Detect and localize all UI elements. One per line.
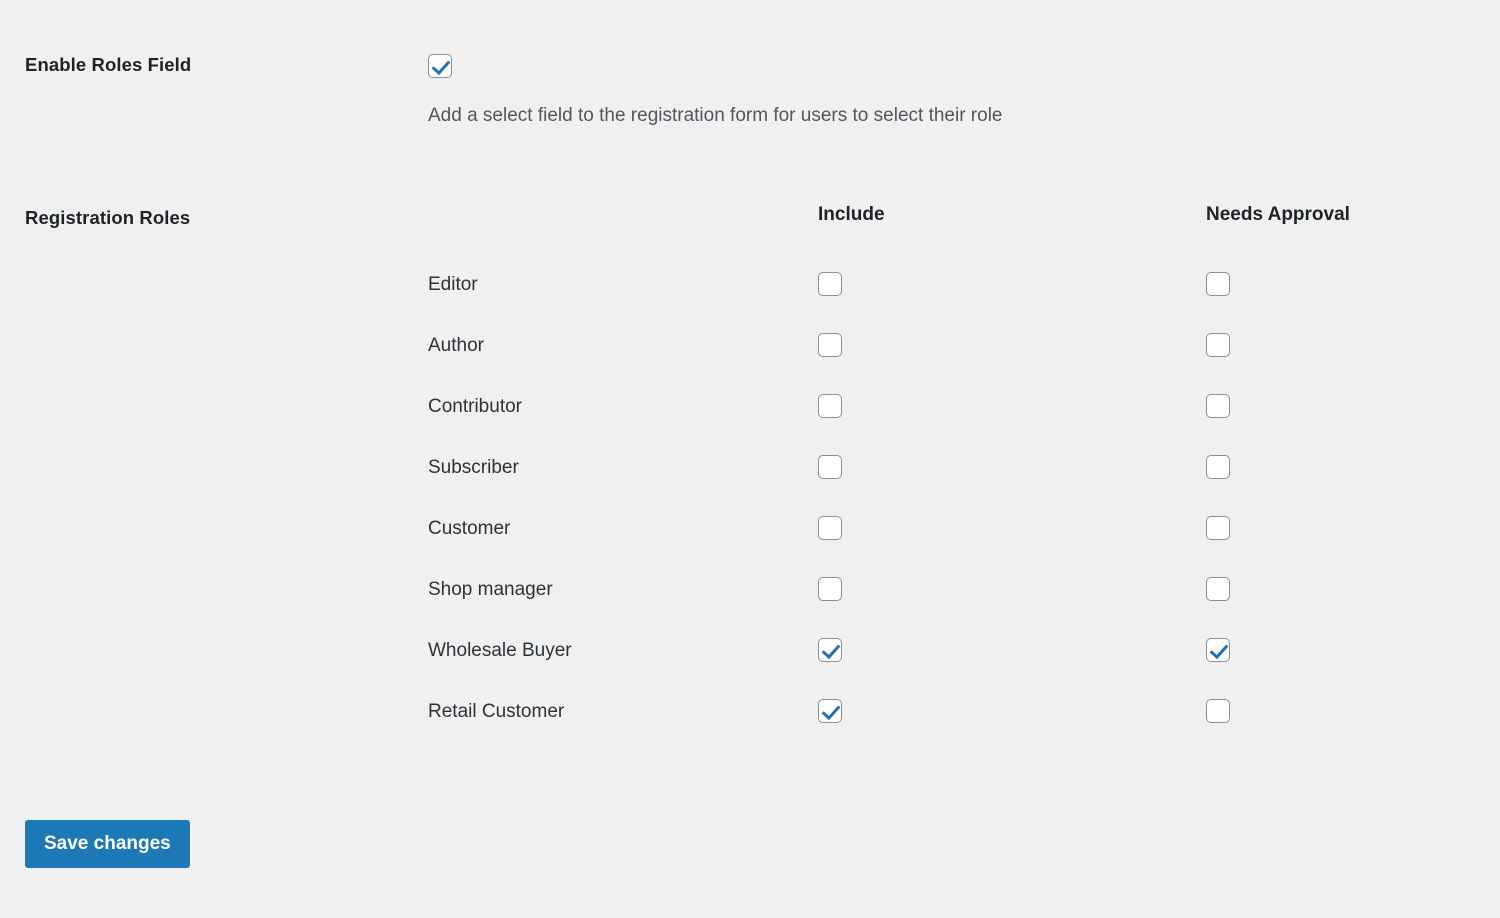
include-checkbox[interactable]: [818, 394, 842, 418]
role-name-label: Editor: [428, 274, 478, 295]
include-checkbox[interactable]: [818, 333, 842, 357]
column-header-needs-approval: Needs Approval: [1206, 204, 1350, 225]
registration-roles-rows: Editor Author Contributor Subscriber Custome…: [0, 272, 1500, 760]
include-cell[interactable]: [818, 577, 842, 601]
needs-approval-cell[interactable]: [1206, 699, 1230, 723]
enable-roles-field-checkbox[interactable]: [428, 54, 452, 78]
enable-roles-field-description: Add a select field to the registration f…: [428, 105, 1003, 126]
registration-roles-label: Registration Roles: [25, 207, 191, 228]
table-row: Editor: [0, 272, 1500, 333]
needs-approval-cell[interactable]: [1206, 638, 1230, 662]
include-checkbox[interactable]: [818, 516, 842, 540]
table-row: Wholesale Buyer: [0, 638, 1500, 699]
include-cell[interactable]: [818, 272, 842, 296]
needs-approval-checkbox[interactable]: [1206, 516, 1230, 540]
needs-approval-checkbox[interactable]: [1206, 272, 1230, 296]
table-row: Subscriber: [0, 455, 1500, 516]
include-cell[interactable]: [818, 455, 842, 479]
table-row: Author: [0, 333, 1500, 394]
needs-approval-checkbox[interactable]: [1206, 577, 1230, 601]
needs-approval-cell[interactable]: [1206, 394, 1230, 418]
table-row: Retail Customer: [0, 699, 1500, 760]
column-header-include: Include: [818, 204, 885, 225]
include-cell[interactable]: [818, 516, 842, 540]
needs-approval-checkbox[interactable]: [1206, 455, 1230, 479]
needs-approval-checkbox[interactable]: [1206, 394, 1230, 418]
settings-page: Enable Roles Field Add a select field to…: [0, 0, 1500, 918]
include-cell[interactable]: [818, 394, 842, 418]
include-checkbox[interactable]: [818, 577, 842, 601]
save-changes-container: Save changes: [25, 820, 190, 868]
save-changes-button[interactable]: Save changes: [25, 820, 190, 868]
include-cell[interactable]: [818, 699, 842, 723]
include-cell[interactable]: [818, 333, 842, 357]
table-row: Customer: [0, 516, 1500, 577]
table-row: Contributor: [0, 394, 1500, 455]
needs-approval-cell[interactable]: [1206, 272, 1230, 296]
role-name-label: Customer: [428, 518, 511, 539]
role-name-label: Contributor: [428, 396, 522, 417]
enable-roles-field-control[interactable]: [428, 54, 452, 78]
include-cell[interactable]: [818, 638, 842, 662]
needs-approval-checkbox[interactable]: [1206, 699, 1230, 723]
include-checkbox[interactable]: [818, 455, 842, 479]
needs-approval-cell[interactable]: [1206, 577, 1230, 601]
include-checkbox[interactable]: [818, 638, 842, 662]
needs-approval-checkbox[interactable]: [1206, 333, 1230, 357]
role-name-label: Shop manager: [428, 579, 553, 600]
table-row: Shop manager: [0, 577, 1500, 638]
role-name-label: Wholesale Buyer: [428, 640, 572, 661]
needs-approval-cell[interactable]: [1206, 516, 1230, 540]
include-checkbox[interactable]: [818, 699, 842, 723]
role-name-label: Subscriber: [428, 457, 519, 478]
enable-roles-field-label: Enable Roles Field: [25, 54, 192, 75]
needs-approval-cell[interactable]: [1206, 333, 1230, 357]
include-checkbox[interactable]: [818, 272, 842, 296]
needs-approval-checkbox[interactable]: [1206, 638, 1230, 662]
role-name-label: Author: [428, 335, 484, 356]
needs-approval-cell[interactable]: [1206, 455, 1230, 479]
role-name-label: Retail Customer: [428, 701, 565, 722]
